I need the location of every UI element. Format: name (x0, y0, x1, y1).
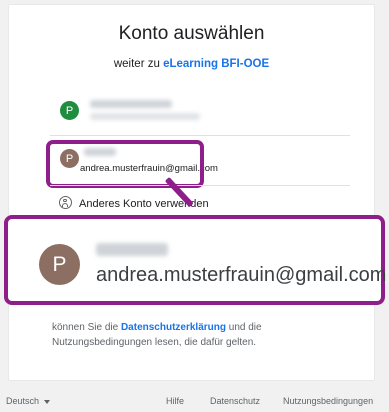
terms-text: können Sie die Datenschutzerklärung und … (52, 320, 352, 350)
subtitle: weiter zu eLearning BFI-OOE (9, 58, 374, 70)
account-name-redacted (96, 243, 168, 256)
app-link[interactable]: eLearning BFI-OOE (163, 58, 269, 70)
account-name-redacted (90, 100, 172, 108)
terms-prefix: können Sie die (52, 322, 121, 333)
zoomed-account-email: andrea.musterfrauin@gmail.com (96, 264, 387, 286)
help-link[interactable]: Hilfe (166, 396, 184, 406)
account-circle-icon (59, 196, 72, 209)
language-selector[interactable]: Deutsch (6, 396, 51, 406)
zoomed-account-callout: P andrea.musterfrauin@gmail.com (4, 215, 387, 305)
page-title: Konto auswählen (118, 23, 265, 44)
subtitle-prefix: weiter zu (113, 58, 164, 70)
language-label: Deutsch (6, 396, 40, 406)
divider (50, 185, 350, 186)
highlight-frame (46, 140, 204, 188)
privacy-policy-link[interactable]: Datenschutzerklärung (121, 322, 226, 333)
account-email-redacted (90, 113, 200, 120)
terms-link[interactable]: Nutzungsbedingungen (283, 396, 373, 406)
divider (50, 135, 350, 136)
avatar: P (39, 244, 80, 285)
privacy-link[interactable]: Datenschutz (210, 396, 260, 406)
chevron-down-icon (44, 399, 51, 404)
avatar: P (60, 101, 79, 120)
